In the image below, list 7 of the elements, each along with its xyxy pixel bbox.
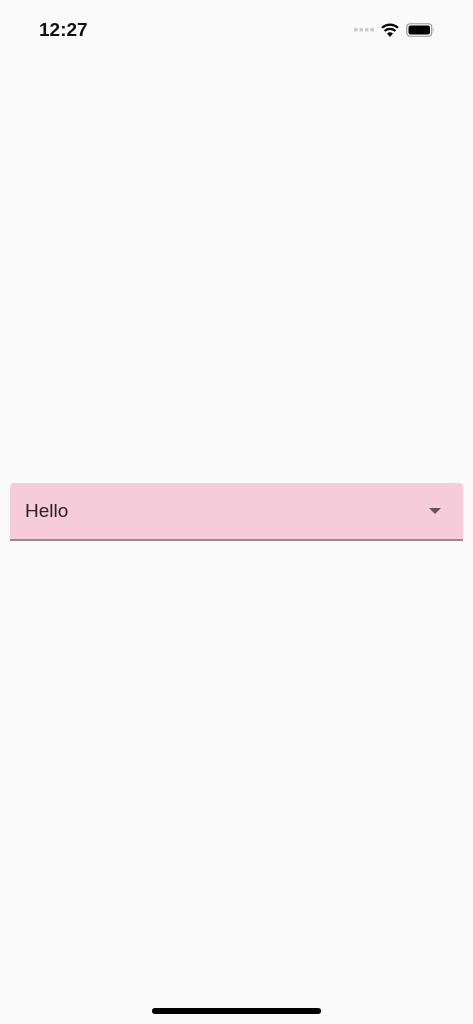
signal-icon [354, 28, 374, 32]
dropdown-value: Hello [25, 500, 69, 522]
battery-icon [406, 23, 435, 37]
wifi-icon [381, 23, 399, 37]
dropdown[interactable]: Hello [10, 483, 463, 541]
status-time: 12:27 [39, 19, 88, 41]
caret-icon [429, 508, 441, 514]
